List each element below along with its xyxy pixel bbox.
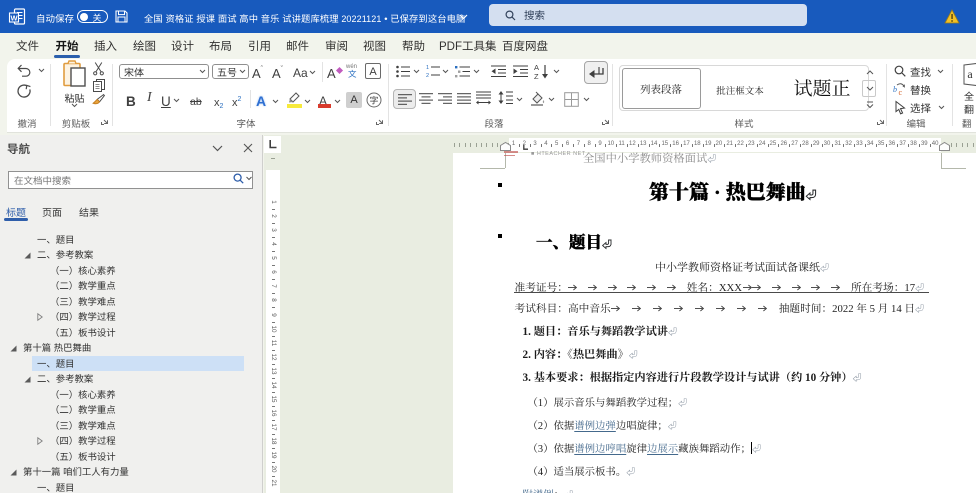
svg-text:Z: Z	[534, 72, 539, 81]
svg-text:A: A	[534, 63, 539, 72]
svg-text:W: W	[10, 13, 18, 22]
svg-text:2: 2	[426, 73, 429, 79]
svg-text:c: c	[899, 88, 903, 97]
svg-text:a: a	[967, 67, 973, 81]
svg-text:字: 字	[369, 93, 378, 106]
svg-text:b: b	[893, 85, 897, 94]
svg-text:1: 1	[426, 65, 429, 71]
